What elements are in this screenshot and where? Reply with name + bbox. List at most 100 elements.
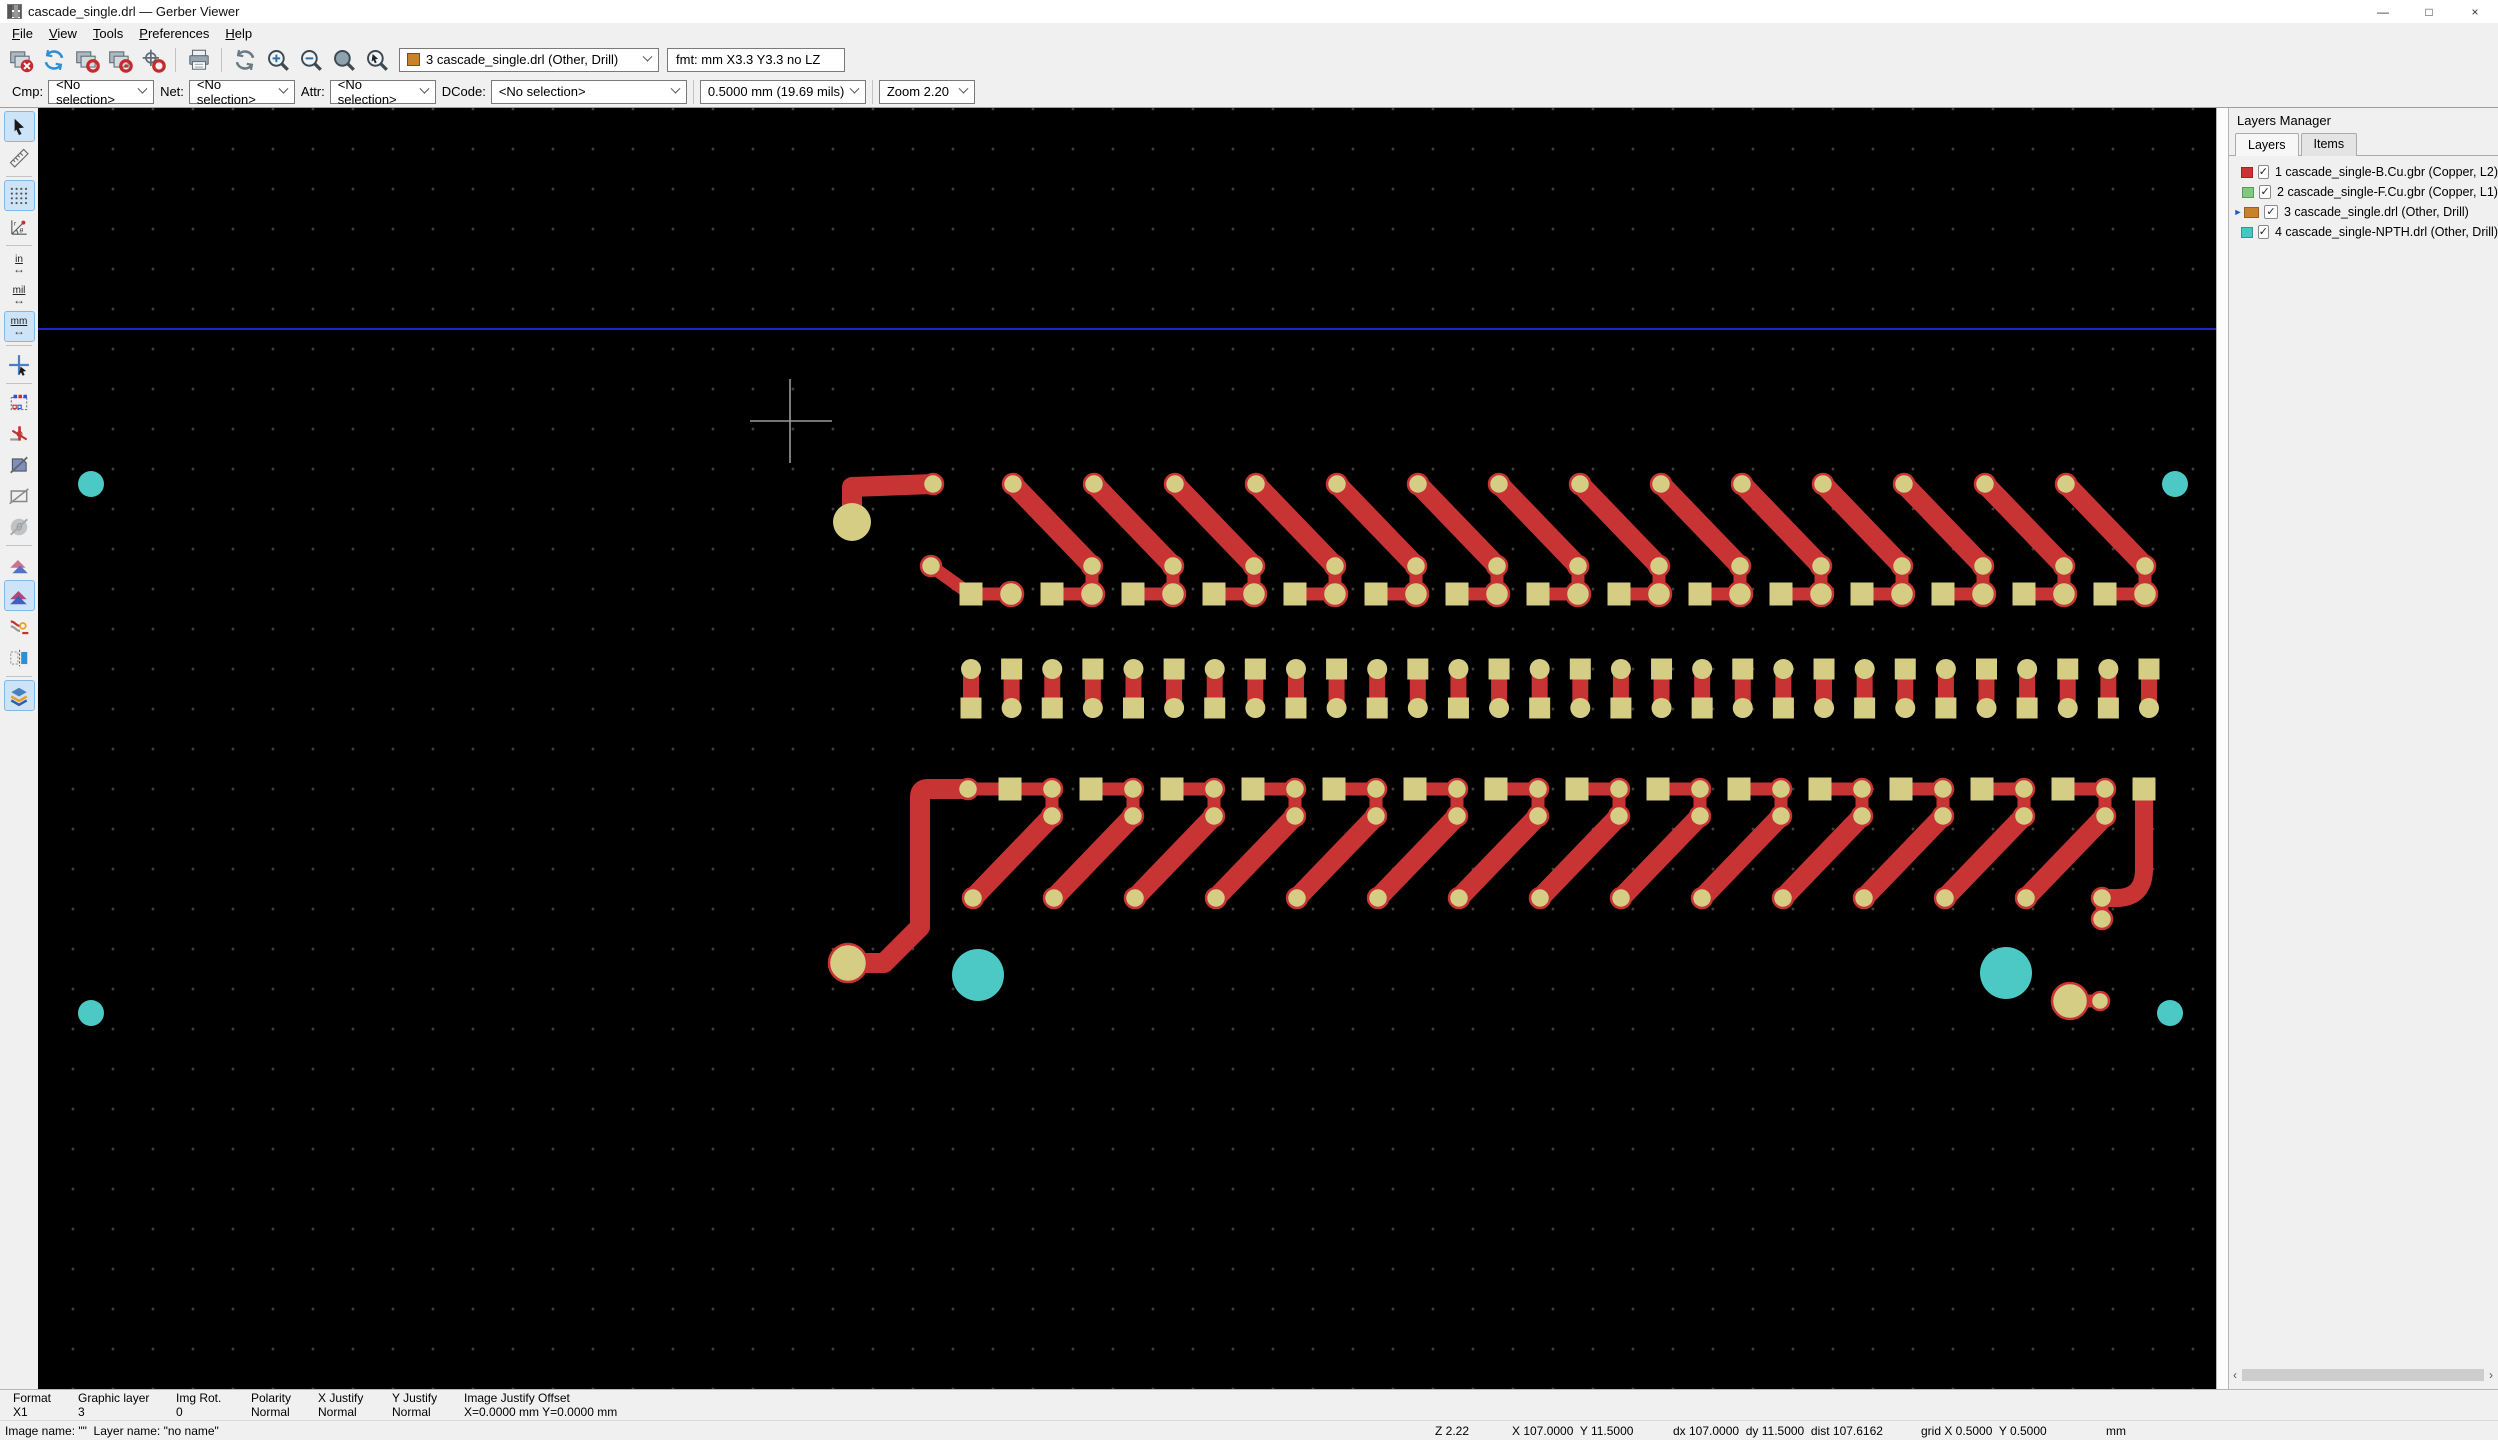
zoom-level-select[interactable]: Zoom 2.20 xyxy=(879,80,975,104)
left-toolbar-separator xyxy=(6,245,32,246)
image-layer-name: Image name: "" Layer name: "no name" xyxy=(5,1424,219,1438)
tab-items[interactable]: Items xyxy=(2301,133,2358,156)
layer-label: 2 cascade_single-F.Cu.gbr (Copper, L1) xyxy=(2277,185,2498,199)
active-layer-select[interactable]: 3 cascade_single.drl (Other, Drill) xyxy=(399,48,659,72)
open-gerber-file-button[interactable] xyxy=(72,45,101,74)
layers-manager-icon xyxy=(8,685,30,707)
show-dcodes-icon: 0 xyxy=(8,516,30,538)
layers-manager-toggle-button[interactable] xyxy=(4,680,35,711)
toolbar-separator xyxy=(872,80,873,104)
filter-toolbar: Cmp: <No selection> Net: <No selection> … xyxy=(0,76,2498,107)
diff-mode-button[interactable] xyxy=(4,549,35,580)
svg-text:r: r xyxy=(14,220,17,227)
layer-visibility-checkbox[interactable]: ✓ xyxy=(2259,185,2271,199)
close-button[interactable]: × xyxy=(2452,0,2498,23)
open-drill-file-button[interactable] xyxy=(105,45,134,74)
chevron-down-icon xyxy=(670,84,680,94)
layer-row-current[interactable]: ► ✓ 3 cascade_single.drl (Other, Drill) xyxy=(2229,202,2498,222)
clear-all-layers-button[interactable] xyxy=(6,45,35,74)
layer-visibility-checkbox[interactable]: ✓ xyxy=(2258,165,2269,179)
minimize-button[interactable]: — xyxy=(2360,0,2406,23)
xor-mode-button[interactable] xyxy=(4,580,35,611)
print-icon xyxy=(186,47,212,73)
net-select[interactable]: <No selection> xyxy=(189,80,295,104)
status-value: 0 xyxy=(176,1405,251,1419)
flip-view-button[interactable] xyxy=(4,642,35,673)
layer-label: 4 cascade_single-NPTH.drl (Other, Drill) xyxy=(2275,225,2498,239)
scroll-left-icon[interactable]: ‹ xyxy=(2229,1369,2241,1381)
layers-manager-title: Layers Manager xyxy=(2229,108,2498,132)
tab-layers[interactable]: Layers xyxy=(2235,133,2299,156)
zoom-out-button[interactable] xyxy=(296,45,325,74)
status-label: Img Rot. xyxy=(176,1391,251,1405)
units-mm-button[interactable]: mm ↔ xyxy=(4,311,35,342)
scrollbar-thumb[interactable] xyxy=(2242,1369,2484,1381)
sketch-lines-icon xyxy=(8,423,30,445)
zoom-fit-button[interactable] xyxy=(329,45,358,74)
sketch-flashed-items-icon xyxy=(8,392,30,414)
left-toolbar-separator xyxy=(6,383,32,384)
layer-row[interactable]: ✓ 1 cascade_single-B.Cu.gbr (Copper, L2) xyxy=(2229,162,2498,182)
print-button[interactable] xyxy=(184,45,213,74)
polar-coords-toggle-button[interactable]: rθ xyxy=(4,211,35,242)
status-field: Graphic layer 3 xyxy=(78,1390,176,1420)
left-toolbar: rθ in ↔ mil ↔ mm ↔ xyxy=(0,108,38,1389)
status-value: Normal xyxy=(251,1405,318,1419)
layer-row[interactable]: ✓ 4 cascade_single-NPTH.drl (Other, Dril… xyxy=(2229,222,2498,242)
full-crosshair-toggle-button[interactable] xyxy=(4,349,35,380)
layer-visibility-checkbox[interactable]: ✓ xyxy=(2264,205,2278,219)
layer-row[interactable]: ✓ 2 cascade_single-F.Cu.gbr (Copper, L1) xyxy=(2229,182,2498,202)
polygons-outline-button[interactable] xyxy=(4,480,35,511)
attr-label: Attr: xyxy=(301,84,325,99)
sketch-polygons-button[interactable] xyxy=(4,449,35,480)
menu-tools[interactable]: Tools xyxy=(85,24,131,43)
chevron-down-icon xyxy=(958,84,968,94)
menu-help[interactable]: Help xyxy=(217,24,260,43)
units-inches-button[interactable]: in ↔ xyxy=(4,249,35,280)
svg-text:θ: θ xyxy=(20,227,24,234)
open-autodetected-file-button[interactable] xyxy=(138,45,167,74)
app-icon xyxy=(7,4,22,19)
reload-all-layers-button[interactable] xyxy=(39,45,68,74)
grid-size-select[interactable]: 0.5000 mm (19.69 mils) xyxy=(700,80,866,104)
net-value: <No selection> xyxy=(197,77,280,107)
layer-label: 1 cascade_single-B.Cu.gbr (Copper, L2) xyxy=(2275,165,2498,179)
units-mils-button[interactable]: mil ↔ xyxy=(4,280,35,311)
diff-mode-icon xyxy=(8,554,30,576)
scroll-right-icon[interactable]: › xyxy=(2485,1369,2497,1381)
menu-preferences[interactable]: Preferences xyxy=(131,24,217,43)
zoom-selection-button[interactable] xyxy=(362,45,391,74)
show-dcodes-button[interactable]: 0 xyxy=(4,511,35,542)
sketch-polygons-icon xyxy=(8,454,30,476)
zoom-selection-icon xyxy=(364,47,390,73)
menu-view[interactable]: View xyxy=(41,24,85,43)
menu-file[interactable]: File xyxy=(4,24,41,43)
cmp-value: <No selection> xyxy=(56,77,139,107)
full-crosshair-icon xyxy=(8,354,30,376)
layer-visibility-checkbox[interactable]: ✓ xyxy=(2258,225,2269,239)
cmp-select[interactable]: <No selection> xyxy=(48,80,154,104)
measure-tool-button[interactable] xyxy=(4,142,35,173)
zoom-in-button[interactable] xyxy=(263,45,292,74)
status-label: Image Justify Offset xyxy=(464,1391,617,1405)
attr-select[interactable]: <No selection> xyxy=(330,80,436,104)
status-field: Format X1 xyxy=(13,1390,78,1420)
layers-panel-horizontal-scrollbar[interactable]: ‹ › xyxy=(2229,1368,2497,1382)
sketch-lines-button[interactable] xyxy=(4,418,35,449)
status-field: Polarity Normal xyxy=(251,1390,318,1420)
select-tool-button[interactable] xyxy=(4,111,35,142)
gerber-board-graphic xyxy=(38,108,2228,1390)
sketch-flashed-items-button[interactable] xyxy=(4,387,35,418)
pcb-canvas[interactable] xyxy=(38,108,2228,1389)
canvas-vertical-scrollbar[interactable] xyxy=(2216,108,2228,1389)
layers-manager-panel: Layers Manager Layers Items ✓ 1 cascade_… xyxy=(2228,108,2498,1389)
grid-size-value: 0.5000 mm (19.69 mils) xyxy=(708,84,845,99)
format-info-box[interactable]: fmt: mm X3.3 Y3.3 no LZ xyxy=(667,48,845,72)
maximize-button[interactable]: □ xyxy=(2406,0,2452,23)
refresh-view-button[interactable] xyxy=(230,45,259,74)
grid-toggle-button[interactable] xyxy=(4,180,35,211)
dcode-select[interactable]: <No selection> xyxy=(491,80,687,104)
high-contrast-mode-button[interactable] xyxy=(4,611,35,642)
layer-list: ✓ 1 cascade_single-B.Cu.gbr (Copper, L2)… xyxy=(2229,156,2498,242)
status-value: 3 xyxy=(78,1405,176,1419)
